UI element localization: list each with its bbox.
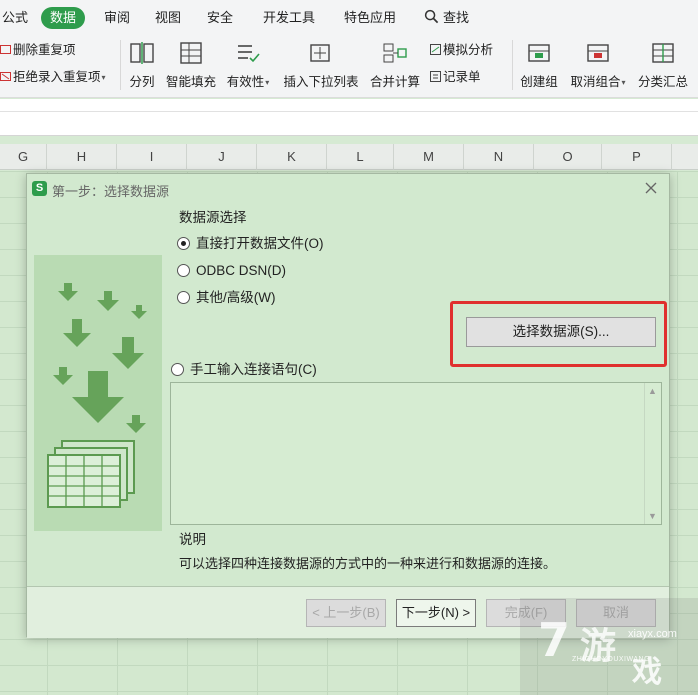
tab-data[interactable]: 数据 [41, 7, 86, 29]
tab-review[interactable]: 审阅 [104, 7, 130, 29]
column-header[interactable]: N [464, 144, 534, 170]
formula-bar-divider [0, 111, 698, 112]
create-group-label: 创建组 [520, 75, 558, 89]
option-odbc[interactable]: ODBC DSN(D) [177, 262, 286, 280]
validity-icon [238, 45, 260, 63]
scrollbar[interactable]: ▲ ▼ [644, 383, 661, 524]
radio-selected-icon[interactable] [177, 237, 190, 250]
validity-label: 有效性▾ [226, 75, 270, 89]
description-text: 可以选择四种连接数据源的方式中的一种来进行和数据源的连接。 [179, 556, 557, 571]
remove-duplicates-label: 删除重复项 [13, 43, 76, 57]
option-other[interactable]: 其他/高级(W) [177, 289, 275, 307]
column-header-row: G H I J K L M N O P [0, 144, 698, 170]
remove-duplicates-button[interactable]: 删除重复项 [0, 41, 76, 59]
split-column-label: 分列 [129, 75, 155, 89]
column-header[interactable]: I [117, 144, 187, 170]
reject-duplicates-icon [0, 72, 11, 81]
insert-dropdown-button[interactable]: 插入下拉列表 [280, 36, 362, 96]
smart-fill-icon [180, 42, 202, 64]
connection-string-textarea[interactable]: ▲ ▼ [170, 382, 662, 525]
radio-icon[interactable] [171, 363, 184, 376]
option-open-file-label: 直接打开数据文件(O) [196, 236, 324, 251]
description-heading: 说明 [179, 532, 206, 547]
column-header[interactable]: G [0, 144, 47, 170]
option-manual[interactable]: 手工输入连接语句(C) [171, 361, 317, 379]
simulation-button[interactable]: 模拟分析 [430, 41, 493, 59]
data-import-illustration [34, 255, 162, 531]
simulation-label: 模拟分析 [443, 43, 494, 57]
option-odbc-label: ODBC DSN(D) [196, 263, 286, 278]
subtotal-label: 分类汇总 [637, 75, 688, 89]
close-icon[interactable] [643, 180, 659, 196]
watermark-pinyin: ZHIGUOYOUXIWANG [572, 656, 651, 663]
consolidate-button[interactable]: 合并计算 [367, 36, 423, 96]
ungroup-label: 取消组合▾ [570, 75, 626, 89]
column-header[interactable]: M [394, 144, 464, 170]
option-manual-label: 手工输入连接语句(C) [190, 362, 317, 377]
option-open-file[interactable]: 直接打开数据文件(O) [177, 235, 324, 253]
tab-view[interactable]: 视图 [155, 7, 181, 29]
watermark-site: xiayx.com [628, 628, 677, 640]
source-section-heading: 数据源选择 [179, 210, 247, 225]
record-form-label: 记录单 [443, 70, 481, 84]
reject-duplicates-label: 拒绝录入重复项 [13, 70, 101, 84]
column-header[interactable]: P [602, 144, 672, 170]
toolbar-divider [512, 40, 513, 90]
smart-fill-label: 智能填充 [165, 75, 216, 89]
toolbar-divider [120, 40, 121, 90]
ungroup-icon [587, 44, 609, 62]
search-icon[interactable] [424, 9, 439, 24]
tab-security[interactable]: 安全 [207, 7, 233, 29]
next-step-button[interactable]: 下一步(N) > [396, 599, 476, 627]
split-column-button[interactable]: 分列 [124, 36, 160, 96]
smart-fill-button[interactable]: 智能填充 [163, 36, 219, 96]
consolidate-icon [383, 43, 407, 63]
record-form-button[interactable]: 记录单 [430, 68, 481, 86]
column-header[interactable]: K [257, 144, 327, 170]
formula-bar[interactable] [0, 99, 698, 136]
tab-search[interactable]: 查找 [443, 7, 469, 29]
split-column-icon [130, 42, 154, 64]
ungroup-button[interactable]: 取消组合▾ [566, 36, 630, 96]
ribbon-toolbar: 删除重复项 拒绝录入重复项▾ 分列 智能填充 有效性▾ 插入下拉列表 合并计算 … [0, 34, 698, 98]
scroll-up-icon[interactable]: ▲ [648, 386, 657, 396]
tab-developer[interactable]: 开发工具 [263, 7, 315, 29]
option-other-label: 其他/高级(W) [196, 290, 276, 305]
ribbon-tab-bar: 公式 数据 审阅 视图 安全 开发工具 特色应用 查找 [0, 0, 698, 34]
dialog-title: 第一步：选择数据源 [52, 184, 170, 199]
subtotal-icon [652, 43, 674, 63]
column-header[interactable]: L [327, 144, 394, 170]
validity-button[interactable]: 有效性▾ [222, 36, 274, 96]
tab-special[interactable]: 特色应用 [344, 7, 396, 29]
create-group-icon [528, 44, 550, 62]
column-header[interactable]: O [534, 144, 602, 170]
record-form-icon [430, 71, 441, 82]
create-group-button[interactable]: 创建组 [517, 36, 561, 96]
column-header[interactable]: J [187, 144, 257, 170]
chevron-down-icon: ▾ [101, 73, 106, 82]
insert-dropdown-icon [310, 44, 330, 62]
svg-text:7: 7 [538, 613, 570, 667]
subtotal-button[interactable]: 分类汇总 [634, 36, 692, 96]
column-header[interactable]: H [47, 144, 117, 170]
insert-dropdown-label: 插入下拉列表 [283, 75, 359, 89]
prev-step-button[interactable]: < 上一步(B) [306, 599, 386, 627]
radio-icon[interactable] [177, 291, 190, 304]
reject-duplicates-button[interactable]: 拒绝录入重复项▾ [0, 68, 106, 86]
simulation-icon [430, 44, 441, 55]
consolidate-label: 合并计算 [369, 75, 420, 89]
tab-formulas[interactable]: 公式 [2, 7, 28, 29]
scroll-down-icon[interactable]: ▼ [648, 511, 657, 521]
remove-duplicates-icon [0, 45, 11, 54]
wps-logo-icon: S [32, 181, 47, 196]
select-data-source-button[interactable]: 选择数据源(S)... [466, 317, 656, 347]
radio-icon[interactable] [177, 264, 190, 277]
dialog-titlebar[interactable]: S 第一步：选择数据源 [27, 174, 669, 203]
data-source-dialog: S 第一步：选择数据源 数据源选择 直接打开数据文件(O) ODBC DSN(D… [26, 173, 670, 638]
site-watermark-logo: 7 游 戏 [520, 598, 698, 695]
